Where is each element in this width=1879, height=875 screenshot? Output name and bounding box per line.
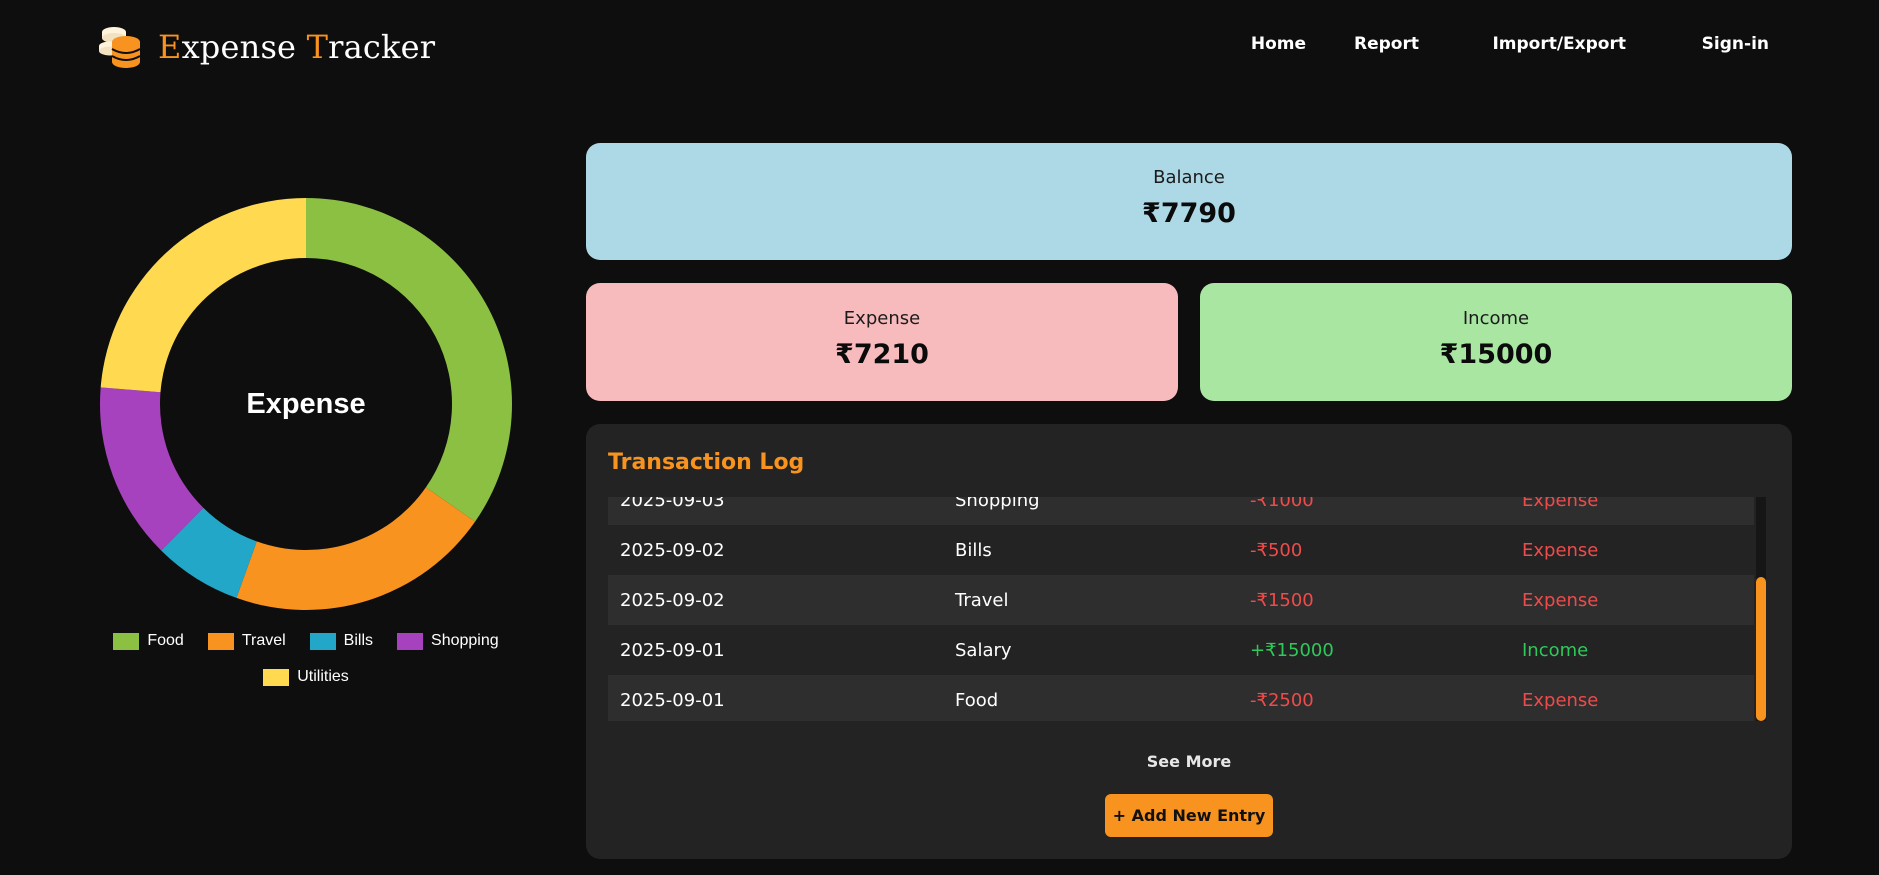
- transaction-category: Food: [955, 689, 999, 711]
- donut-slice-travel[interactable]: [236, 487, 476, 610]
- legend-label: Travel: [241, 632, 286, 649]
- transaction-log-title: Transaction Log: [608, 450, 805, 475]
- coin-stack-icon: [99, 27, 141, 68]
- expense-label: Expense: [843, 308, 921, 329]
- balance-card: Balance ₹7790: [586, 143, 1792, 260]
- donut-slice-utilities[interactable]: [100, 198, 307, 393]
- legend-item-travel[interactable]: Travel: [207, 632, 286, 650]
- transaction-type: Expense: [1522, 589, 1599, 611]
- nav-sign-in[interactable]: Sign-in: [1702, 34, 1769, 54]
- legend-label: Food: [147, 632, 184, 649]
- scrollbar-thumb[interactable]: [1756, 577, 1766, 721]
- chart-legend: Food Travel Bills Shopping Utilities: [98, 632, 514, 704]
- legend-swatch: [207, 632, 234, 650]
- transaction-amount: -₹1000: [1250, 497, 1314, 511]
- transaction-category: Salary: [955, 639, 1012, 661]
- nav-import-export[interactable]: Import/Export: [1492, 34, 1626, 54]
- transaction-category: Travel: [955, 589, 1009, 611]
- legend-label: Utilities: [297, 668, 349, 685]
- donut-slice-food[interactable]: [306, 198, 512, 522]
- legend-item-shopping[interactable]: Shopping: [397, 632, 499, 650]
- legend-swatch: [113, 632, 140, 650]
- nav-home[interactable]: Home: [1251, 34, 1306, 54]
- transaction-category: Shopping: [955, 497, 1040, 511]
- table-row[interactable]: 2025-09-02 Travel -₹1500 Expense: [608, 575, 1754, 625]
- transaction-amount: +₹15000: [1250, 639, 1334, 661]
- logo[interactable]: Expense Tracker: [98, 22, 435, 72]
- legend-item-food[interactable]: Food: [113, 632, 184, 650]
- transaction-table: 2025-09-03 Shopping -₹1000 Expense 2025-09-0…: [608, 497, 1754, 721]
- add-new-entry-button[interactable]: + Add New Entry: [1105, 794, 1273, 837]
- app-title: Expense Tracker: [158, 28, 436, 66]
- transaction-amount: -₹500: [1250, 539, 1303, 561]
- see-more-link[interactable]: See More: [586, 752, 1792, 771]
- balance-label: Balance: [1153, 167, 1225, 188]
- legend-item-utilities[interactable]: Utilities: [263, 668, 349, 686]
- balance-value: ₹7790: [1142, 198, 1236, 229]
- legend-swatch: [397, 632, 424, 650]
- transaction-type: Expense: [1522, 497, 1599, 511]
- expense-card: Expense ₹7210: [586, 283, 1178, 401]
- nav-report[interactable]: Report: [1354, 34, 1419, 54]
- donut-svg: [99, 198, 512, 610]
- legend-item-bills[interactable]: Bills: [309, 632, 374, 650]
- transaction-date: 2025-09-02: [620, 589, 725, 611]
- transaction-type: Expense: [1522, 689, 1599, 711]
- expense-donut-chart: Expense: [98, 196, 514, 612]
- transaction-list-viewport[interactable]: 2025-09-03 Shopping -₹1000 Expense 2025-09-0…: [608, 497, 1770, 721]
- expense-value: ₹7210: [835, 339, 929, 370]
- income-label: Income: [1462, 308, 1530, 329]
- transaction-log-panel: Transaction Log 2025-09-03 Shopping -₹1000…: [586, 424, 1792, 859]
- legend-row: Food Travel Bills Shopping: [98, 632, 514, 650]
- legend-label: Bills: [343, 632, 374, 649]
- transaction-amount: -₹1500: [1250, 589, 1314, 611]
- legend-swatch: [309, 632, 336, 650]
- header: Expense Tracker Home Report Import/Expor…: [0, 0, 1879, 94]
- transaction-amount: -₹2500: [1250, 689, 1314, 711]
- transaction-category: Bills: [955, 539, 992, 561]
- table-row[interactable]: 2025-09-01 Salary +₹15000 Income: [608, 625, 1754, 675]
- legend-swatch: [263, 668, 290, 686]
- table-row[interactable]: 2025-09-01 Food -₹2500 Expense: [608, 675, 1754, 721]
- transaction-date: 2025-09-03: [620, 497, 725, 511]
- table-row[interactable]: 2025-09-03 Shopping -₹1000 Expense: [608, 497, 1754, 525]
- transaction-date: 2025-09-01: [620, 689, 725, 711]
- legend-label: Shopping: [431, 632, 499, 649]
- table-row[interactable]: 2025-09-02 Bills -₹500 Expense: [608, 525, 1754, 575]
- income-card: Income ₹15000: [1200, 283, 1792, 401]
- transaction-date: 2025-09-02: [620, 539, 725, 561]
- transaction-type: Income: [1522, 639, 1589, 661]
- transaction-date: 2025-09-01: [620, 639, 725, 661]
- legend-row: Utilities: [98, 668, 514, 686]
- income-value: ₹15000: [1439, 339, 1553, 370]
- transaction-type: Expense: [1522, 539, 1599, 561]
